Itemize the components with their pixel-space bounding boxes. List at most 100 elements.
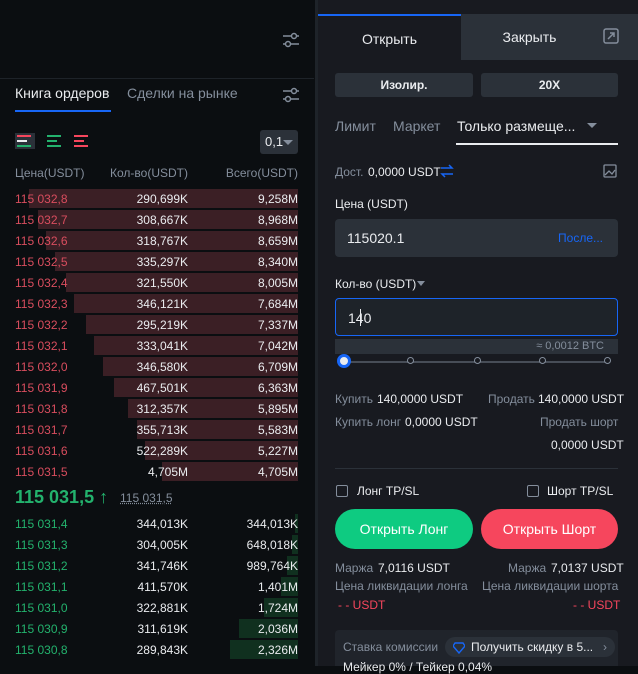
orderbook-row[interactable]: 115 032,3 346,121K 7,684M xyxy=(0,293,314,314)
row-price: 115 030,9 xyxy=(15,622,68,636)
row-qty: 411,570K xyxy=(137,580,189,594)
settings-sliders-icon[interactable] xyxy=(282,30,300,50)
transfer-icon[interactable] xyxy=(440,164,454,178)
row-qty: 290,699K xyxy=(136,192,188,206)
row-qty: 321,550K xyxy=(136,276,188,290)
order-type-limit[interactable]: Лимит xyxy=(335,118,376,134)
slider-step[interactable] xyxy=(474,357,481,364)
leverage-button[interactable]: 20X xyxy=(481,73,618,97)
row-qty: 335,297K xyxy=(136,255,188,269)
row-total: 8,968M xyxy=(257,213,298,227)
image-icon[interactable] xyxy=(603,164,617,178)
price-input[interactable]: 115020.1 После... xyxy=(335,219,618,257)
slider-handle[interactable] xyxy=(337,354,351,368)
margin-long-value: 7,0116 USDT xyxy=(378,561,450,575)
orderbook-row[interactable]: 115 031,3 304,005K 648,018K xyxy=(0,534,314,555)
view-bids-icon[interactable] xyxy=(45,133,65,149)
discount-button[interactable]: Получить скидку в 5... › xyxy=(445,637,615,657)
row-qty: 333,041K xyxy=(136,339,188,353)
tab-orderbook[interactable]: Книга ордеров xyxy=(15,85,109,101)
orderbook-row[interactable]: 115 030,8 289,843K 2,326M xyxy=(0,639,314,660)
precision-select[interactable]: 0,1 xyxy=(260,130,298,154)
sell-label: Продать xyxy=(488,392,535,406)
row-total: 1,401M xyxy=(257,580,298,594)
open-short-button[interactable]: Открыть Шорт xyxy=(481,509,618,549)
tab-open[interactable]: Открыть xyxy=(318,14,461,60)
fee-label: Ставка комиссии xyxy=(343,640,439,654)
orderbook-row[interactable]: 115 032,0 346,580K 6,709M xyxy=(0,356,314,377)
short-tpsl-label: Шорт TP/SL xyxy=(547,484,614,498)
margin-long-label: Маржа xyxy=(335,561,374,575)
view-both-icon[interactable] xyxy=(15,133,35,149)
row-qty: 311,619K xyxy=(137,622,189,636)
row-qty: 312,357K xyxy=(136,402,188,416)
slider-step[interactable] xyxy=(604,357,611,364)
row-total: 6,363M xyxy=(257,381,298,395)
orderbook-row[interactable]: 115 032,4 321,550K 8,005M xyxy=(0,272,314,293)
available-label: Дост. xyxy=(335,165,364,179)
short-tpsl-checkbox[interactable] xyxy=(527,485,539,497)
order-type-market[interactable]: Маркет xyxy=(393,118,440,134)
row-total: 2,326M xyxy=(257,643,298,657)
row-price: 115 031,9 xyxy=(15,381,68,395)
orderbook-row[interactable]: 115 031,9 467,501K 6,363M xyxy=(0,377,314,398)
chevron-down-icon[interactable] xyxy=(417,281,425,286)
row-price: 115 032,1 xyxy=(15,339,68,353)
qty-input[interactable]: 140 xyxy=(335,298,618,336)
calculator-icon[interactable] xyxy=(603,28,619,44)
row-price: 115 031,2 xyxy=(15,559,68,573)
orderbook-row[interactable]: 115 032,6 318,767K 8,659M xyxy=(0,230,314,251)
slider-step[interactable] xyxy=(539,357,546,364)
margin-mode-button[interactable]: Изолир. xyxy=(335,73,473,97)
row-total: 2,036M xyxy=(257,622,298,636)
qty-label[interactable]: Кол-во (USDT) xyxy=(335,277,416,291)
row-total: 5,895M xyxy=(257,402,298,416)
orderbook-row[interactable]: 115 031,0 322,881K 1,724M xyxy=(0,597,314,618)
row-total: 4,705M xyxy=(257,465,298,479)
header-total: Всего(USDT) xyxy=(225,166,298,180)
row-qty: 341,746K xyxy=(136,559,188,573)
orderbook-row[interactable]: 115 031,7 355,713K 5,583M xyxy=(0,419,314,440)
settings-sliders-icon[interactable] xyxy=(282,86,300,104)
orderbook-row[interactable]: 115 032,1 333,041K 7,042M xyxy=(0,335,314,356)
orderbook-row[interactable]: 115 032,8 290,699K 9,258M xyxy=(0,188,314,209)
orderbook-row[interactable]: 115 032,7 308,667K 8,968M xyxy=(0,209,314,230)
tab-market-trades[interactable]: Сделки на рынке xyxy=(127,85,238,101)
row-price: 115 031,3 xyxy=(15,538,68,552)
row-price: 115 032,2 xyxy=(15,318,68,332)
last-price: 115 031,5 ↑ xyxy=(15,487,109,507)
row-price: 115 032,3 xyxy=(15,297,68,311)
row-qty: 355,713K xyxy=(136,423,188,437)
price-label: Цена (USDT) xyxy=(335,197,408,211)
row-price: 115 032,5 xyxy=(15,255,68,269)
last-price-button[interactable]: После... xyxy=(558,231,603,245)
row-total: 8,340M xyxy=(257,255,298,269)
orderbook-row[interactable]: 115 031,6 522,289K 5,227M xyxy=(0,440,314,461)
row-price: 115 031,6 xyxy=(15,444,68,458)
order-type-indicator xyxy=(456,143,618,145)
long-tpsl-checkbox[interactable] xyxy=(336,485,348,497)
buy-value: 140,0000 USDT xyxy=(377,392,464,406)
orderbook-row[interactable]: 115 031,1 411,570K 1,401M xyxy=(0,576,314,597)
order-type-post-only[interactable]: Только размеще... xyxy=(457,118,575,134)
orderbook-row[interactable]: 115 031,8 312,357K 5,895M xyxy=(0,398,314,419)
orderbook-row[interactable]: 115 032,5 335,297K 8,340M xyxy=(0,251,314,272)
chevron-down-icon[interactable] xyxy=(587,123,597,128)
row-total: 6,709M xyxy=(257,360,298,374)
row-total: 5,227M xyxy=(257,444,298,458)
orderbook-row[interactable]: 115 031,5 4,705M 4,705M xyxy=(0,461,314,482)
row-price: 115 032,0 xyxy=(15,360,68,374)
view-asks-icon[interactable] xyxy=(72,133,92,149)
open-long-button[interactable]: Открыть Лонг xyxy=(335,509,473,549)
mark-price[interactable]: 115 031,5 xyxy=(120,491,173,505)
slider-step[interactable] xyxy=(407,357,414,364)
orderbook-row[interactable]: 115 031,4 344,013K 344,013K xyxy=(0,513,314,534)
orderbook-row[interactable]: 115 031,2 341,746K 989,764K xyxy=(0,555,314,576)
long-tpsl-label: Лонг TP/SL xyxy=(357,484,420,498)
buy-long-label: Купить лонг xyxy=(335,415,402,429)
qty-conversion: ≈ 0,0012 BTC xyxy=(335,339,618,354)
orderbook-row[interactable]: 115 030,9 311,619K 2,036M xyxy=(0,618,314,639)
row-total: 7,337M xyxy=(257,318,298,332)
liq-short-value: - - USDT xyxy=(573,598,621,612)
orderbook-row[interactable]: 115 032,2 295,219K 7,337M xyxy=(0,314,314,335)
